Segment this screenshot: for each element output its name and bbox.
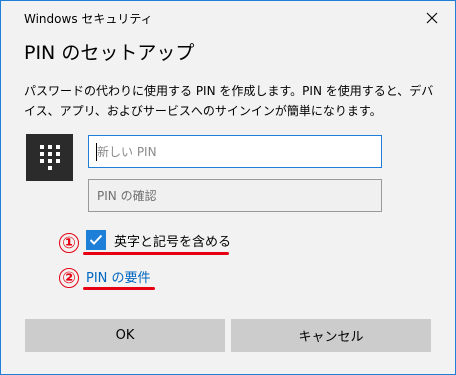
checkbox-label: 英字と記号を含める xyxy=(114,234,232,250)
confirm-pin-input[interactable] xyxy=(88,179,382,212)
annotation-underline-2 xyxy=(83,287,155,290)
checkmark-icon xyxy=(89,234,103,245)
dialog-heading: PIN のセットアップ xyxy=(24,42,195,64)
ok-button[interactable]: OK xyxy=(25,319,225,352)
cancel-button[interactable]: キャンセル xyxy=(231,319,431,352)
dialog-description: パスワードの代わりに使用する PIN を作成します。PIN を使用すると、デバイ… xyxy=(24,84,434,118)
keypad-tile xyxy=(26,134,73,181)
pin-requirements-link[interactable]: PIN の要件 xyxy=(86,267,151,286)
checkbox-checked[interactable] xyxy=(86,230,106,250)
keypad-icon xyxy=(39,144,60,170)
new-pin-input[interactable] xyxy=(88,135,382,168)
annotation-underline-1 xyxy=(83,252,229,255)
window-title: Windows セキュリティ xyxy=(24,12,153,26)
close-button[interactable] xyxy=(419,7,445,29)
include-letters-symbols-checkbox[interactable]: 英字と記号を含める xyxy=(86,229,231,251)
pin-setup-dialog: Windows セキュリティ PIN のセットアップ パスワードの代わりに使用す… xyxy=(0,0,456,375)
title-bar: Windows セキュリティ xyxy=(1,1,455,35)
annotation-marker-2: ② xyxy=(59,268,79,288)
annotation-marker-1: ① xyxy=(59,233,79,253)
close-icon xyxy=(426,12,438,24)
text-caret xyxy=(96,143,97,161)
